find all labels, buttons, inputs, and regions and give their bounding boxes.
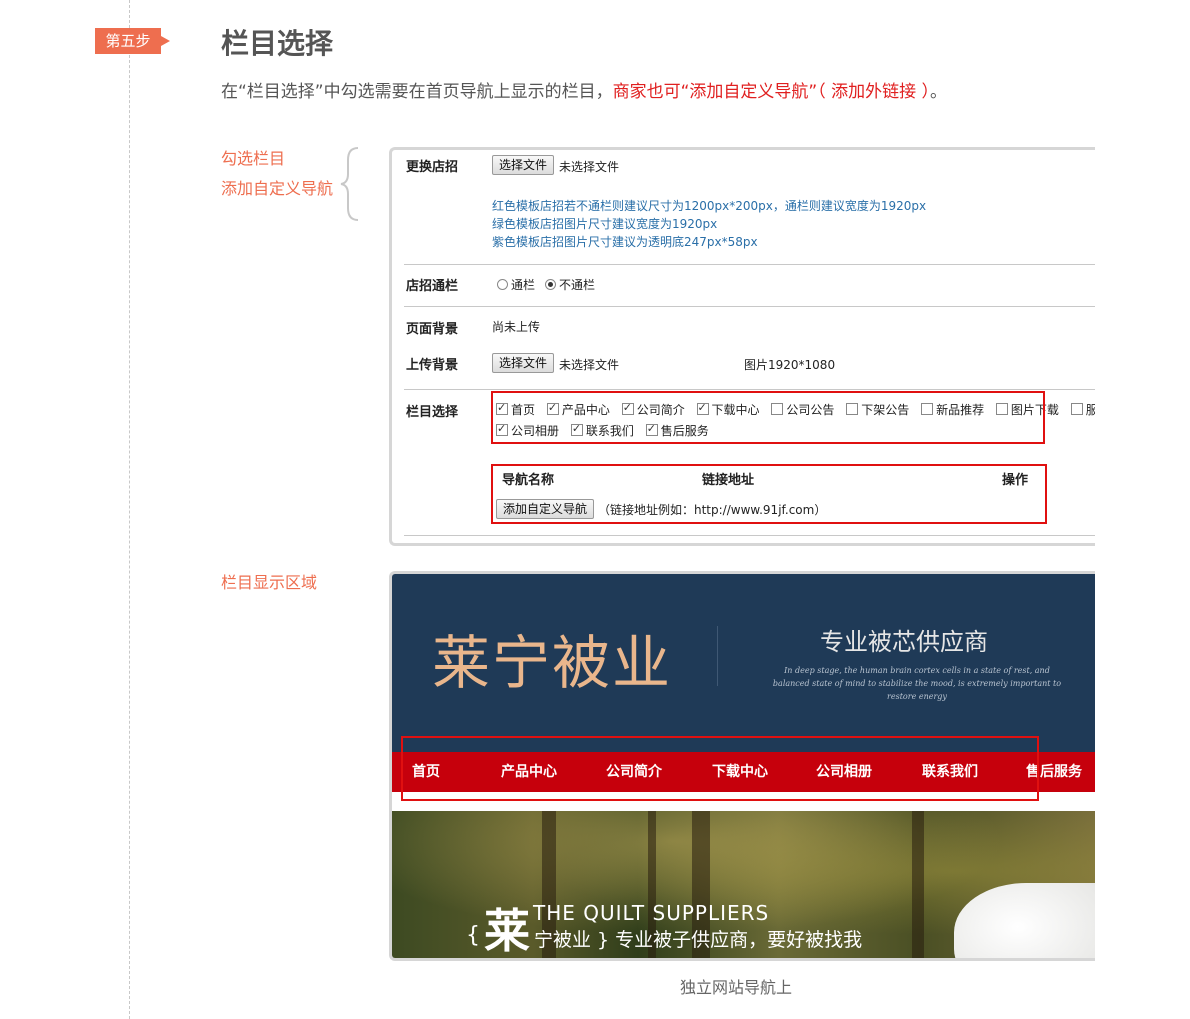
brand-slogan-english: In deep stage, the human brain cortex ce…	[772, 666, 1062, 701]
divider	[404, 306, 1095, 307]
checkbox-icon	[1070, 403, 1083, 415]
sign-tip-red: 红色模板店招若不通栏则建议尺寸为1200px*200px，通栏则建议宽度为192…	[492, 199, 927, 213]
intro-part3: 。	[930, 82, 948, 102]
step-badge: 第五步	[95, 28, 170, 54]
radio-not-full-width-label: 不通栏	[559, 278, 596, 292]
page-bg-label: 页面背景	[406, 322, 459, 337]
pillow-image	[954, 883, 1095, 958]
choose-sign-file-button[interactable]: 选择文件	[492, 155, 555, 175]
tree-trunk	[912, 811, 924, 958]
photo-brace: {	[466, 923, 480, 948]
intro-part2: 商家也可“添加自定义导航”（ 添加外链接 ）	[612, 82, 931, 102]
label-check-columns: 勾选栏目	[221, 149, 286, 168]
radio-full-width[interactable]: 通栏	[497, 276, 535, 293]
banner-header: 莱宁被业 专业被芯供应商 In deep stage, the human br…	[392, 574, 1095, 752]
intro-part1: 在“栏目选择”中勾选需要在首页导航上显示的栏目，	[221, 82, 613, 102]
radio-full-width-label: 通栏	[511, 278, 536, 292]
divider	[404, 389, 1095, 390]
columns-label: 栏目选择	[406, 405, 459, 420]
settings-form-panel: 更换店招 选择文件 未选择文件 红色模板店招若不通栏则建议尺寸为1200px*2…	[389, 147, 1095, 546]
bg-size-hint: 图片1920*1080	[744, 358, 836, 372]
intro-text: 在“栏目选择”中勾选需要在首页导航上显示的栏目，商家也可“添加自定义导航”（ 添…	[221, 77, 947, 102]
bg-file-status: 未选择文件	[559, 358, 620, 372]
photo-big-char: 莱	[484, 904, 530, 958]
photo-chinese-tagline: 宁被业 } 专业被子供应商，要好被找我	[534, 929, 863, 951]
nav-highlight-box	[401, 736, 1039, 801]
divider	[404, 264, 1095, 265]
choose-bg-file-button[interactable]: 选择文件	[492, 353, 555, 373]
page-title: 栏目选择	[221, 27, 334, 60]
radio-icon	[497, 279, 508, 290]
photo-english-title: THE QUILT SUPPLIERS	[533, 901, 770, 925]
curly-brace-icon	[340, 147, 359, 221]
brand-slogan: 专业被芯供应商	[820, 628, 988, 656]
sign-file-status: 未选择文件	[559, 160, 620, 174]
custom-nav-highlight-box	[491, 464, 1047, 524]
sign-banner-label: 店招通栏	[406, 279, 459, 294]
timeline-dashed-line	[129, 0, 130, 1019]
preview-caption: 独立网站导航上	[680, 978, 793, 997]
sign-tip-green: 绿色模板店招图片尺寸建议宽度为1920px	[492, 217, 718, 231]
label-display-area: 栏目显示区域	[221, 573, 318, 592]
divider	[404, 535, 1095, 536]
label-add-custom-nav: 添加自定义导航	[221, 179, 334, 198]
banner-divider	[717, 626, 718, 686]
columns-highlight-box	[491, 391, 1045, 444]
page-bg-value: 尚未上传	[492, 320, 541, 334]
brand-logo: 莱宁被业	[432, 629, 673, 697]
forest-photo: { 莱 THE QUILT SUPPLIERS 宁被业 } 专业被子供应商，要好…	[392, 811, 1095, 958]
upload-bg-label: 上传背景	[406, 358, 459, 373]
sign-tip-purple: 紫色模板店招图片尺寸建议为透明底247px*58px	[492, 235, 758, 249]
radio-selected-icon	[545, 279, 556, 290]
change-sign-label: 更换店招	[406, 160, 459, 175]
column-checkbox-service-cut[interactable]: 服	[1070, 403, 1095, 417]
radio-not-full-width[interactable]: 不通栏	[545, 276, 595, 293]
